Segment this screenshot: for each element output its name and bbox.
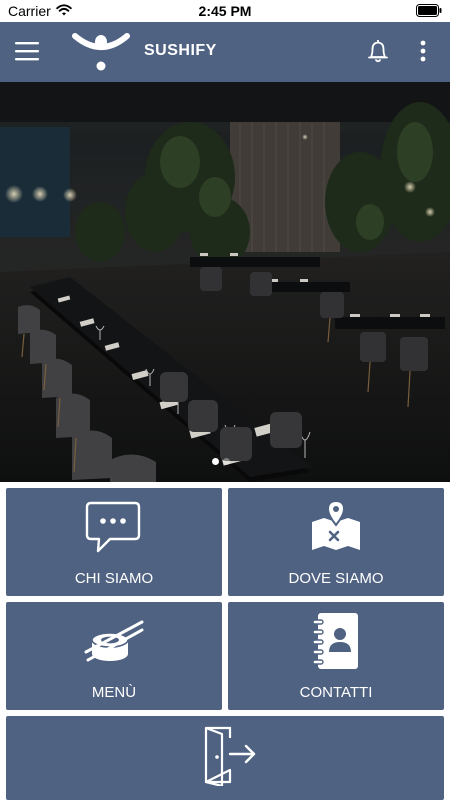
sushi-chopsticks-icon xyxy=(84,620,144,662)
app-title: SUSHIFY xyxy=(144,42,217,59)
chi-siamo-label: CHI SIAMO xyxy=(74,570,154,587)
logout-door-icon xyxy=(204,726,256,786)
chat-bubble-icon xyxy=(85,501,141,553)
dove-siamo-tile[interactable]: DOVE SIAMO xyxy=(228,488,444,596)
dove-siamo-label: DOVE SIAMO xyxy=(288,570,384,587)
battery-icon xyxy=(416,4,442,17)
status-bar: Carrier 2:45 PM xyxy=(0,0,450,22)
menu-icon[interactable] xyxy=(14,39,40,63)
status-time: 2:45 PM xyxy=(198,3,252,19)
bell-icon[interactable] xyxy=(366,38,390,64)
contatti-label: CONTATTI xyxy=(299,684,373,701)
carousel-dot[interactable] xyxy=(223,458,230,465)
hero-image[interactable] xyxy=(0,82,450,482)
more-vertical-icon[interactable] xyxy=(416,38,430,64)
restaurant-interior-photo xyxy=(0,82,450,482)
logout-tile[interactable] xyxy=(6,716,444,800)
carousel-dot-active[interactable] xyxy=(212,458,219,465)
app-header: SUSHIFY xyxy=(0,22,450,82)
contatti-tile[interactable]: CONTATTI xyxy=(228,602,444,710)
menu-label: MENÙ xyxy=(91,684,137,701)
chi-siamo-tile[interactable]: CHI SIAMO xyxy=(6,488,222,596)
map-pin-icon xyxy=(312,499,360,550)
menu-tile[interactable]: MENÙ xyxy=(6,602,222,710)
logo-icon xyxy=(72,33,130,71)
address-book-icon xyxy=(312,613,358,669)
